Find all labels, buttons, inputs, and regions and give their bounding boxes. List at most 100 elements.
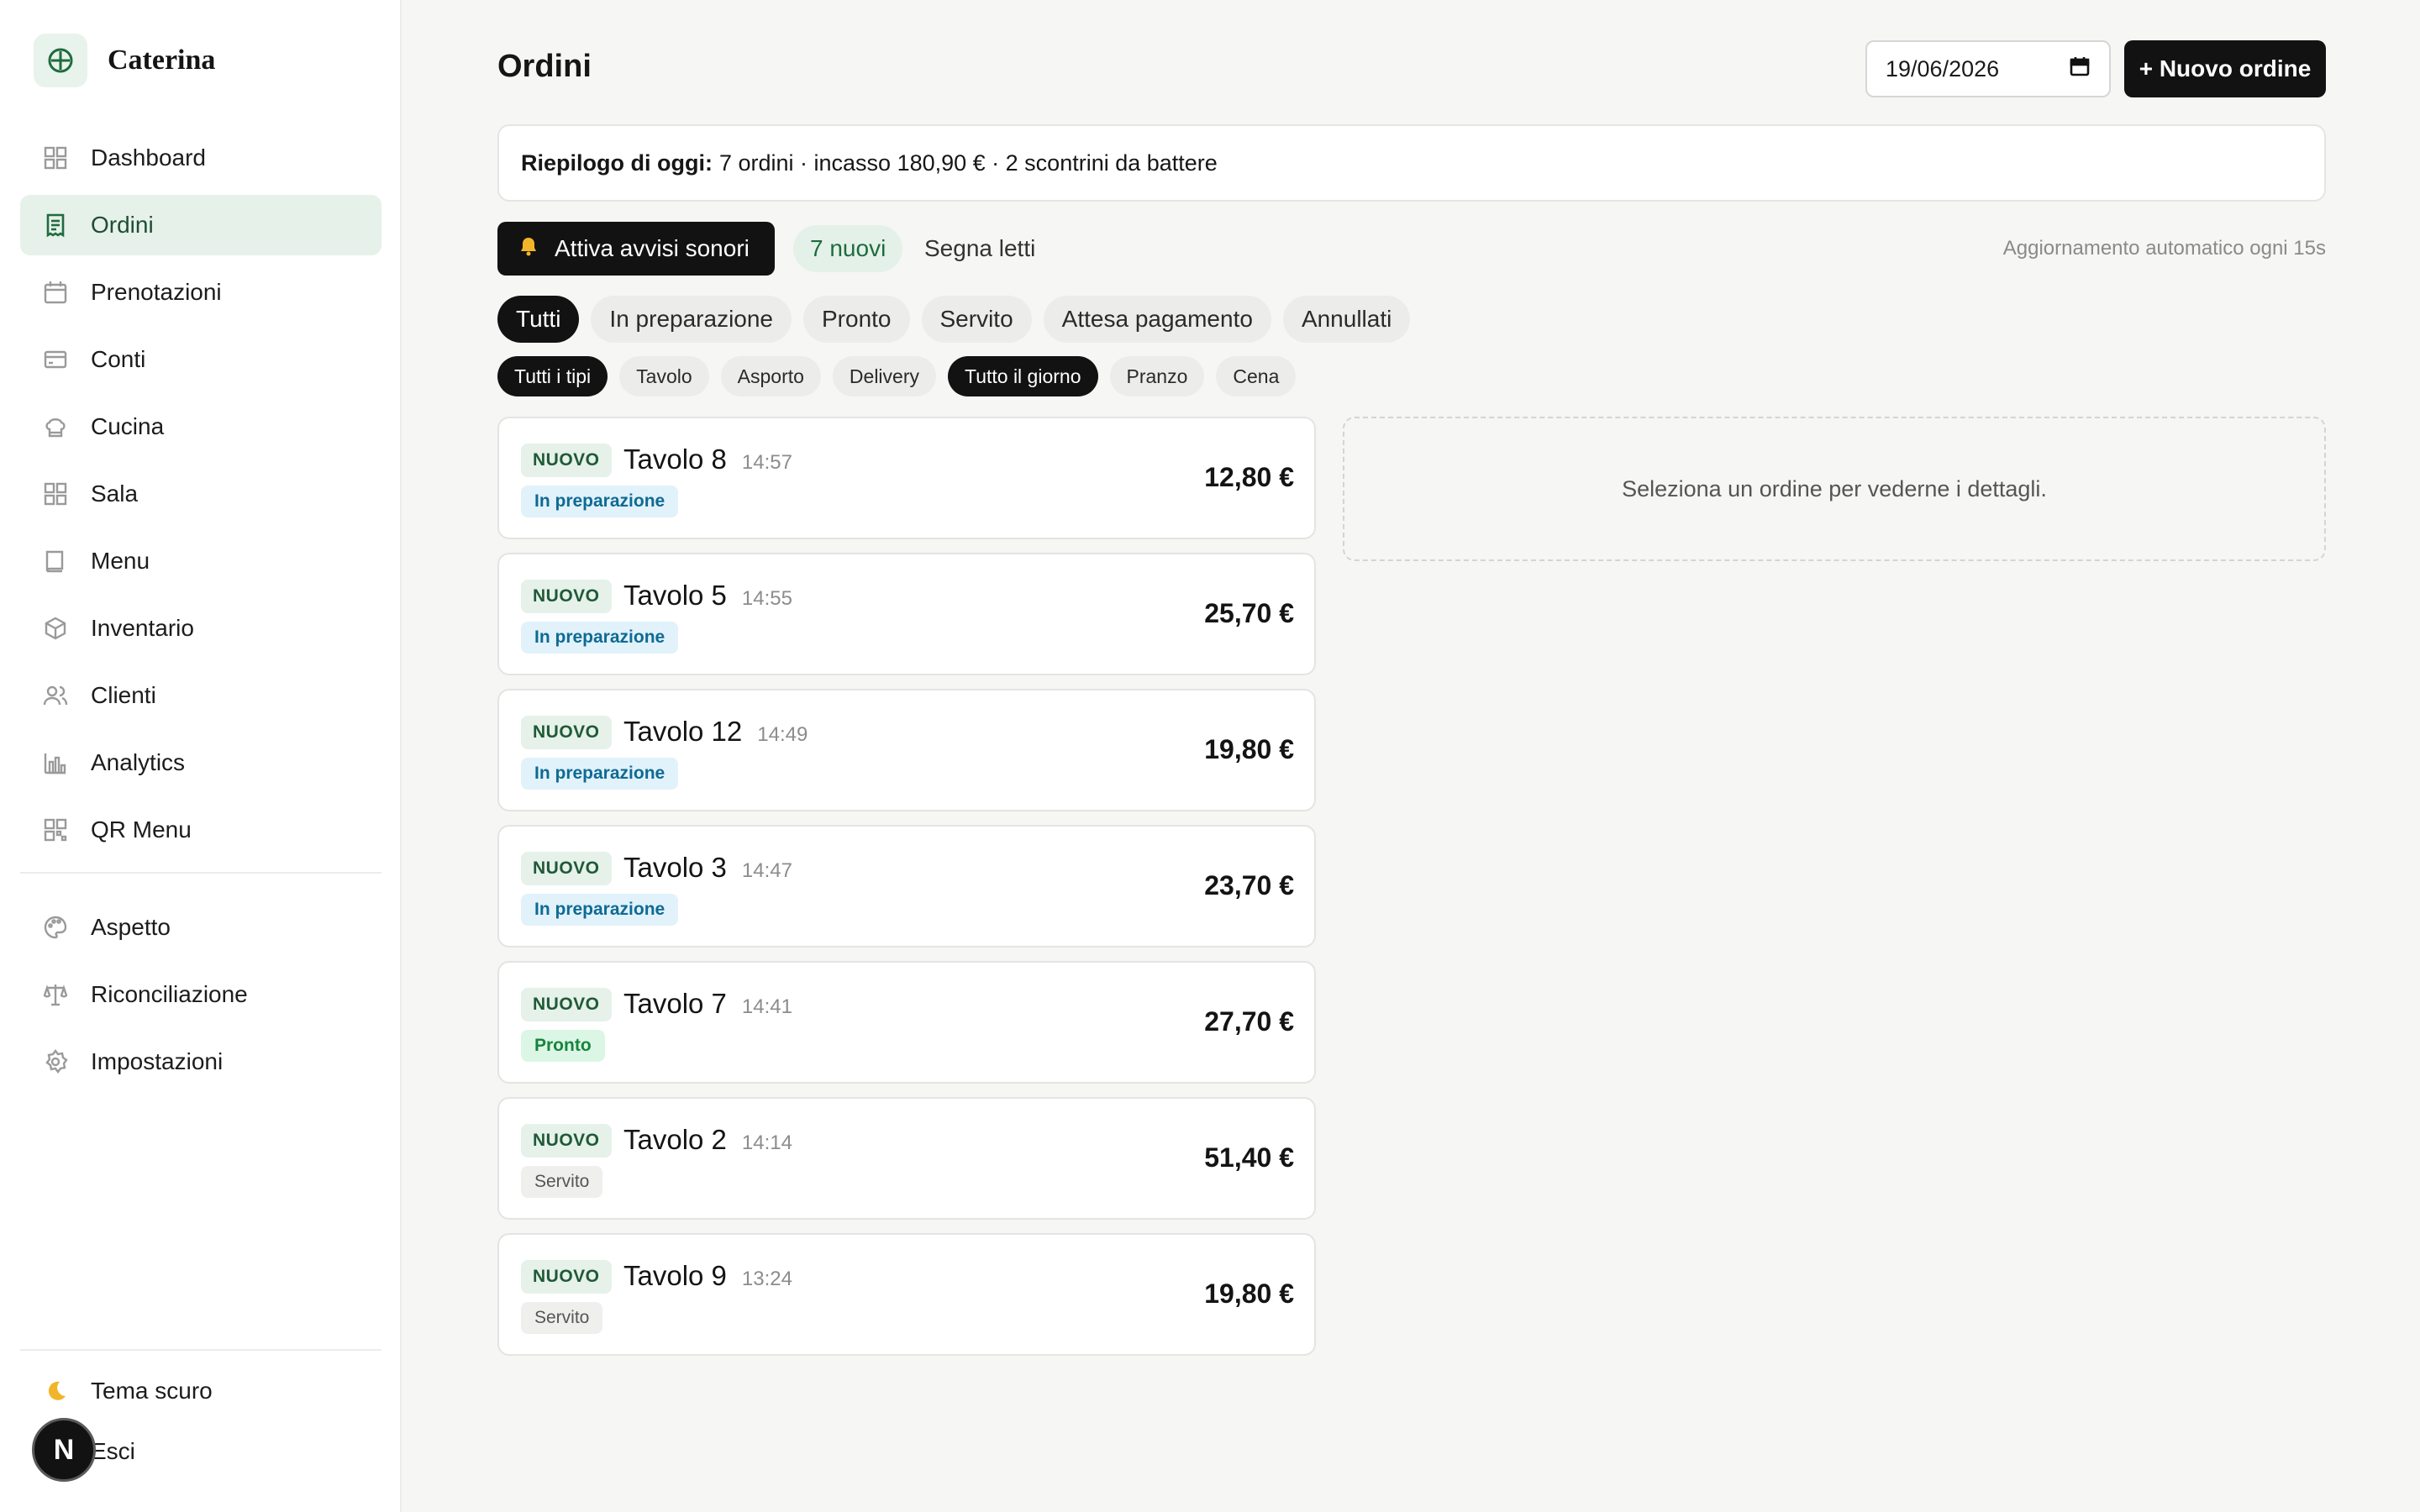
sidebar-item-dashboard[interactable]: Dashboard [20, 128, 381, 188]
sidebar-item-cucina[interactable]: Cucina [20, 396, 381, 457]
order-time: 14:57 [741, 451, 792, 474]
users-icon [42, 682, 69, 709]
dark-theme-toggle[interactable]: Tema scuro [20, 1366, 381, 1416]
order-card[interactable]: NUOVO Tavolo 5 14:55 In preparazione 25,7… [497, 553, 1316, 675]
new-badge: NUOVO [521, 580, 612, 613]
daily-summary: Riepilogo di oggi: 7 ordini · incasso 18… [497, 124, 2326, 202]
sidebar-item-prenotazioni[interactable]: Prenotazioni [20, 262, 381, 323]
filter-pranzo[interactable]: Pranzo [1109, 356, 1205, 396]
order-total: 51,40 € [1204, 1142, 1294, 1173]
sidebar-item-label: Menu [91, 548, 150, 574]
sidebar-item-sala[interactable]: Sala [20, 464, 381, 524]
status-badge: In preparazione [521, 486, 679, 517]
sidebar-item-inventario[interactable]: Inventario [20, 598, 381, 659]
enable-sound-alerts-button[interactable]: Attiva avvisi sonori [497, 222, 775, 276]
filter-asporto[interactable]: Asporto [720, 356, 821, 396]
order-card[interactable]: NUOVO Tavolo 9 13:24 Servito 19,80 € [497, 1233, 1316, 1356]
qr-icon [42, 816, 69, 843]
new-order-button[interactable]: + Nuovo ordine [2124, 40, 2326, 97]
sidebar-item-qr-menu[interactable]: QR Menu [20, 800, 381, 860]
sidebar-item-label: Clienti [91, 682, 156, 708]
filter-delivery[interactable]: Delivery [832, 356, 936, 396]
sidebar-item-riconciliazione[interactable]: Riconciliazione [20, 964, 381, 1025]
sidebar-item-label: Sala [91, 480, 139, 507]
sidebar-item-aspetto[interactable]: Aspetto [20, 897, 381, 958]
new-badge: NUOVO [521, 1260, 612, 1294]
calendar-icon[interactable] [2069, 55, 2091, 83]
tab-attesa-pagamento[interactable]: Attesa pagamento [1043, 296, 1271, 343]
summary-text: 7 ordini · incasso 180,90 € · 2 scontrin… [718, 150, 1218, 176]
status-badge: Pronto [521, 1030, 605, 1062]
date-value: 19/06/2026 [1886, 55, 2000, 81]
brand-name: Caterina [108, 45, 216, 76]
new-badge: NUOVO [521, 716, 612, 749]
auto-refresh-note: Aggiornamento automatico ogni 15s [2002, 237, 2326, 260]
status-badge: In preparazione [521, 894, 679, 926]
sound-alerts-label: Attiva avvisi sonori [555, 235, 750, 261]
tab-annullati[interactable]: Annullati [1282, 296, 1411, 343]
page-title: Ordini [497, 49, 592, 84]
order-total: 23,70 € [1204, 870, 1294, 900]
order-time: 13:24 [741, 1268, 792, 1290]
type-filter-tabs: Tutti i tipi Tavolo Asporto Delivery Tut… [497, 356, 1297, 396]
mark-read-button[interactable]: Segna letti [924, 225, 1035, 272]
new-badge: NUOVO [521, 988, 612, 1021]
order-card[interactable]: NUOVO Tavolo 7 14:41 Pronto 27,70 € [497, 961, 1316, 1084]
order-card[interactable]: NUOVO Tavolo 8 14:57 In preparazione 12,8… [497, 417, 1316, 539]
order-time: 14:49 [757, 723, 808, 746]
order-time: 14:55 [741, 587, 792, 610]
order-total: 25,70 € [1204, 598, 1294, 628]
filter-tutto-il-giorno[interactable]: Tutto il giorno [948, 356, 1098, 396]
brand[interactable]: Caterina [34, 34, 215, 87]
dev-tools-badge[interactable]: N [32, 1418, 96, 1482]
sidebar-item-label: Prenotazioni [91, 279, 222, 305]
palette-icon [42, 914, 69, 941]
order-title: Tavolo 12 14:49 [623, 716, 808, 747]
sidebar-item-label: QR Menu [91, 816, 192, 843]
summary-label: Riepilogo di oggi: [521, 150, 713, 176]
sidebar-item-conti[interactable]: Conti [20, 329, 381, 390]
order-card[interactable]: NUOVO Tavolo 3 14:47 In preparazione 23,7… [497, 825, 1316, 948]
order-detail-placeholder: Seleziona un ordine per vederne i dettag… [1343, 417, 2326, 561]
order-time: 14:41 [741, 995, 792, 1018]
sidebar-item-label: Aspetto [91, 914, 171, 940]
sidebar-item-label: Conti [91, 346, 146, 372]
box-icon [42, 615, 69, 642]
sidebar-item-analytics[interactable]: Analytics [20, 732, 381, 793]
tab-pronto[interactable]: Pronto [803, 296, 910, 343]
tab-in-preparazione[interactable]: In preparazione [591, 296, 792, 343]
order-card[interactable]: NUOVO Tavolo 2 14:14 Servito 51,40 € [497, 1097, 1316, 1220]
new-orders-count-badge: 7 nuovi [793, 225, 903, 272]
order-card[interactable]: NUOVO Tavolo 12 14:49 In preparazione 19,… [497, 689, 1316, 811]
sidebar-item-clienti[interactable]: Clienti [20, 665, 381, 726]
sidebar-item-ordini[interactable]: Ordini [20, 195, 381, 255]
date-picker[interactable]: 19/06/2026 [1865, 40, 2111, 97]
tab-servito[interactable]: Servito [921, 296, 1032, 343]
sidebar-nav: Dashboard Ordini Prenotazioni Conti Cuci… [20, 128, 381, 1099]
order-title: Tavolo 9 13:24 [623, 1260, 792, 1291]
order-total: 19,80 € [1204, 734, 1294, 764]
calendar-icon [42, 279, 69, 306]
order-title: Tavolo 3 14:47 [623, 852, 792, 883]
filter-cena[interactable]: Cena [1216, 356, 1297, 396]
order-title: Tavolo 7 14:41 [623, 988, 792, 1019]
grid-icon [42, 144, 69, 171]
scale-icon [42, 981, 69, 1008]
gear-icon [42, 1048, 69, 1075]
nav-divider [20, 872, 381, 874]
sidebar-item-impostazioni[interactable]: Impostazioni [20, 1032, 381, 1092]
tab-tutti[interactable]: Tutti [497, 296, 580, 343]
sidebar-item-menu[interactable]: Menu [20, 531, 381, 591]
sidebar-item-label: Inventario [91, 615, 194, 641]
new-badge: NUOVO [521, 1124, 612, 1158]
order-total: 12,80 € [1204, 462, 1294, 492]
sidebar-item-label: Dashboard [91, 144, 206, 171]
order-title: Tavolo 8 14:57 [623, 444, 792, 475]
filter-tutti-i-tipi[interactable]: Tutti i tipi [497, 356, 608, 396]
sidebar-item-label: Impostazioni [91, 1048, 224, 1074]
bell-icon [518, 235, 539, 263]
filter-tavolo[interactable]: Tavolo [619, 356, 709, 396]
new-badge: NUOVO [521, 444, 612, 477]
order-time: 14:14 [741, 1131, 792, 1154]
sidebar-item-label: Analytics [91, 749, 186, 775]
